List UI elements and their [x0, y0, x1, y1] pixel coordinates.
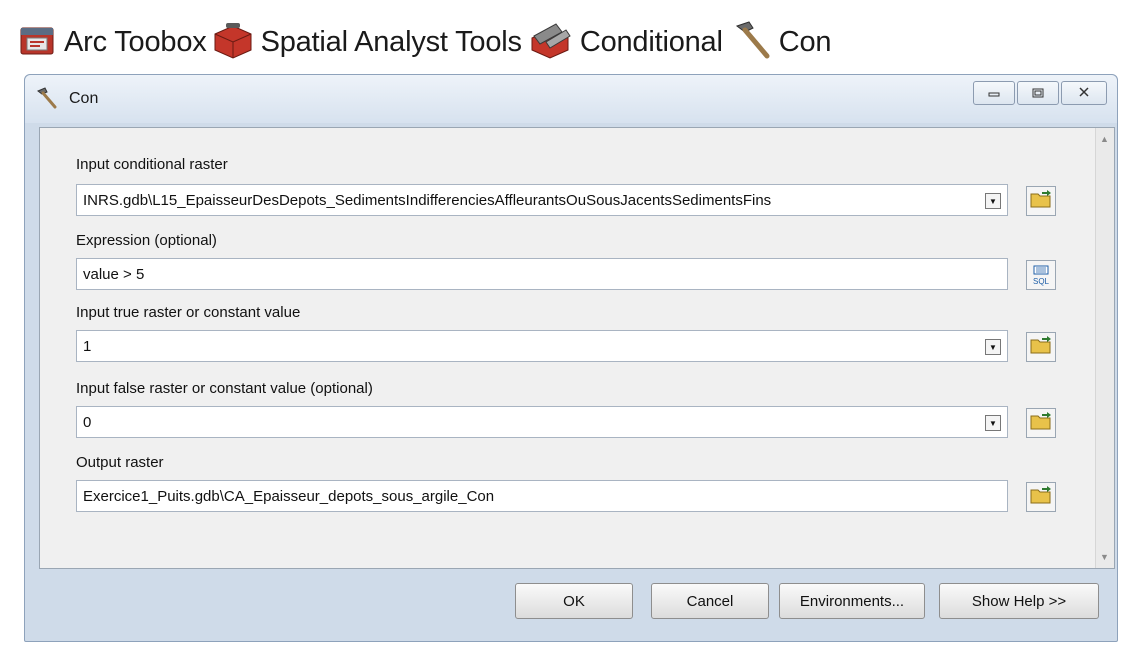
- dialog-titlebar[interactable]: Con: [25, 75, 1117, 123]
- breadcrumb-conditional[interactable]: Conditional: [526, 20, 723, 65]
- breadcrumb: Arc Toobox Spatial Analyst Tools Conditi…: [18, 20, 832, 65]
- expression-label: Expression (optional): [76, 232, 217, 249]
- toolset-icon: [526, 20, 574, 65]
- output-raster-label: Output raster: [76, 454, 164, 471]
- conditional-raster-label: Input conditional raster: [76, 156, 228, 173]
- true-value-value: 1: [83, 337, 92, 355]
- chevron-down-icon[interactable]: ▼: [985, 193, 1001, 209]
- dialog-title: Con: [69, 90, 99, 107]
- show-help-button[interactable]: Show Help >>: [939, 583, 1099, 619]
- breadcrumb-arc-toolbox[interactable]: Arc Toobox: [18, 22, 207, 63]
- con-dialog: Con Input conditional raster INRS.gdb\L1…: [24, 74, 1118, 642]
- conditional-raster-value: INRS.gdb\L15_EpaisseurDesDepots_Sediment…: [83, 191, 772, 209]
- breadcrumb-spatial-analyst[interactable]: Spatial Analyst Tools: [211, 20, 522, 65]
- breadcrumb-con[interactable]: Con: [727, 20, 832, 65]
- output-raster-input[interactable]: Exercice1_Puits.gdb\CA_Epaisseur_depots_…: [76, 480, 1008, 512]
- expression-value: value > 5: [83, 265, 145, 283]
- breadcrumb-label: Con: [778, 25, 832, 58]
- arctoolbox-icon: [18, 22, 58, 63]
- browse-false-button[interactable]: [1026, 408, 1056, 438]
- browse-output-button[interactable]: [1026, 482, 1056, 512]
- expression-input[interactable]: value > 5: [76, 258, 1008, 290]
- false-value-combo[interactable]: 0 ▼: [76, 406, 1008, 438]
- environments-button[interactable]: Environments...: [779, 583, 925, 619]
- ok-button[interactable]: OK: [515, 583, 633, 619]
- folder-open-icon: [1030, 411, 1052, 436]
- parameters-panel: Input conditional raster INRS.gdb\L15_Ep…: [39, 127, 1115, 569]
- folder-open-icon: [1030, 189, 1052, 214]
- minimize-icon: [988, 85, 1000, 101]
- breadcrumb-label: Arc Toobox: [64, 25, 207, 58]
- false-value-value: 0: [83, 413, 92, 431]
- scroll-down-icon[interactable]: ▼: [1100, 552, 1109, 562]
- close-icon: [1078, 85, 1090, 101]
- folder-open-icon: [1030, 335, 1052, 360]
- scroll-up-icon[interactable]: ▲: [1100, 134, 1109, 144]
- sql-label: SQL: [1032, 276, 1049, 286]
- window-controls: [973, 81, 1107, 105]
- maximize-icon: [1032, 85, 1044, 101]
- sql-builder-button[interactable]: SQL: [1026, 260, 1056, 290]
- hammer-icon: [727, 20, 773, 65]
- false-value-label: Input false raster or constant value (op…: [76, 380, 373, 397]
- folder-open-icon: [1030, 485, 1052, 510]
- true-value-label: Input true raster or constant value: [76, 304, 301, 321]
- maximize-button[interactable]: [1017, 81, 1059, 105]
- toolbox-icon: [211, 20, 255, 65]
- cancel-button[interactable]: Cancel: [651, 583, 769, 619]
- close-button[interactable]: [1061, 81, 1107, 105]
- conditional-raster-combo[interactable]: INRS.gdb\L15_EpaisseurDesDepots_Sediment…: [76, 184, 1008, 216]
- hammer-icon: [35, 87, 59, 114]
- chevron-down-icon[interactable]: ▼: [985, 415, 1001, 431]
- vertical-scrollbar[interactable]: ▲ ▼: [1095, 128, 1114, 568]
- minimize-button[interactable]: [973, 81, 1015, 105]
- browse-true-button[interactable]: [1026, 332, 1056, 362]
- browse-conditional-button[interactable]: [1026, 186, 1056, 216]
- breadcrumb-label: Spatial Analyst Tools: [260, 25, 522, 58]
- chevron-down-icon[interactable]: ▼: [985, 339, 1001, 355]
- breadcrumb-label: Conditional: [579, 25, 723, 58]
- sql-icon: SQL: [1032, 265, 1050, 286]
- true-value-combo[interactable]: 1 ▼: [76, 330, 1008, 362]
- output-raster-value: Exercice1_Puits.gdb\CA_Epaisseur_depots_…: [83, 487, 495, 505]
